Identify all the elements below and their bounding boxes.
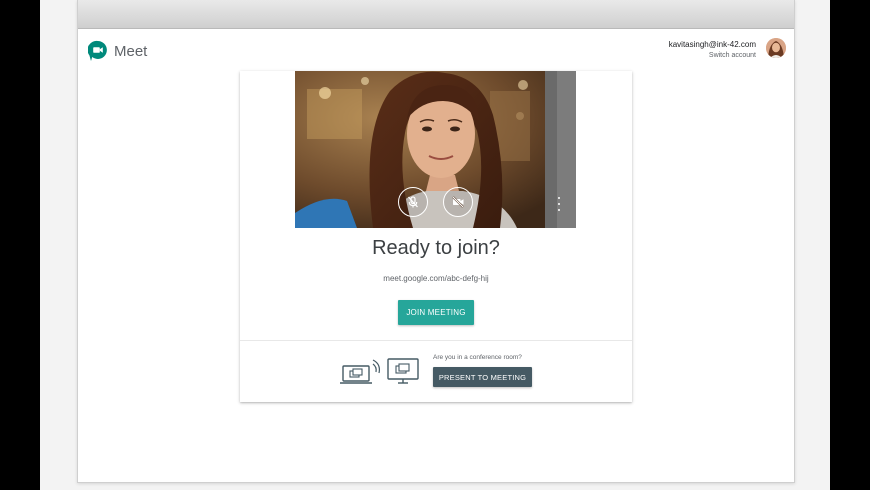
present-to-meeting-button[interactable]: PRESENT TO MEETING	[433, 367, 532, 387]
videocam-off-icon	[452, 196, 464, 208]
video-preview	[295, 71, 576, 228]
camera-toggle-button[interactable]	[443, 187, 473, 217]
conference-room-question: Are you in a conference room?	[433, 354, 522, 361]
cast-devices-icon	[340, 358, 419, 384]
join-card: Ready to join? meet.google.com/abc-defg-…	[240, 71, 632, 402]
more-options-icon[interactable]	[557, 197, 561, 211]
app-header: Meet kavitasingh@ink-42.com Switch accou…	[78, 28, 794, 68]
meet-logo[interactable]: Meet	[88, 40, 147, 62]
app-name: Meet	[114, 42, 148, 60]
screenshot-background: Meet kavitasingh@ink-42.com Switch accou…	[40, 0, 830, 490]
meet-logo-icon	[88, 40, 107, 61]
switch-account-link[interactable]: Switch account	[669, 50, 756, 61]
avatar[interactable]	[766, 38, 786, 58]
mic-toggle-button[interactable]	[398, 187, 428, 217]
browser-window: Meet kavitasingh@ink-42.com Switch accou…	[77, 0, 795, 483]
window-titlebar	[78, 0, 794, 29]
ready-heading: Ready to join?	[372, 237, 500, 259]
self-view-image	[295, 71, 576, 228]
avatar-image	[766, 38, 786, 58]
join-meeting-button[interactable]: JOIN MEETING	[398, 300, 474, 325]
account-email: kavitasingh@ink-42.com	[668, 40, 756, 49]
mic-off-icon	[408, 196, 418, 208]
section-divider	[240, 340, 632, 341]
meeting-url: meet.google.com/abc-defg-hij	[383, 274, 489, 283]
account-info[interactable]: kavitasingh@ink-42.com Switch account	[669, 39, 756, 61]
